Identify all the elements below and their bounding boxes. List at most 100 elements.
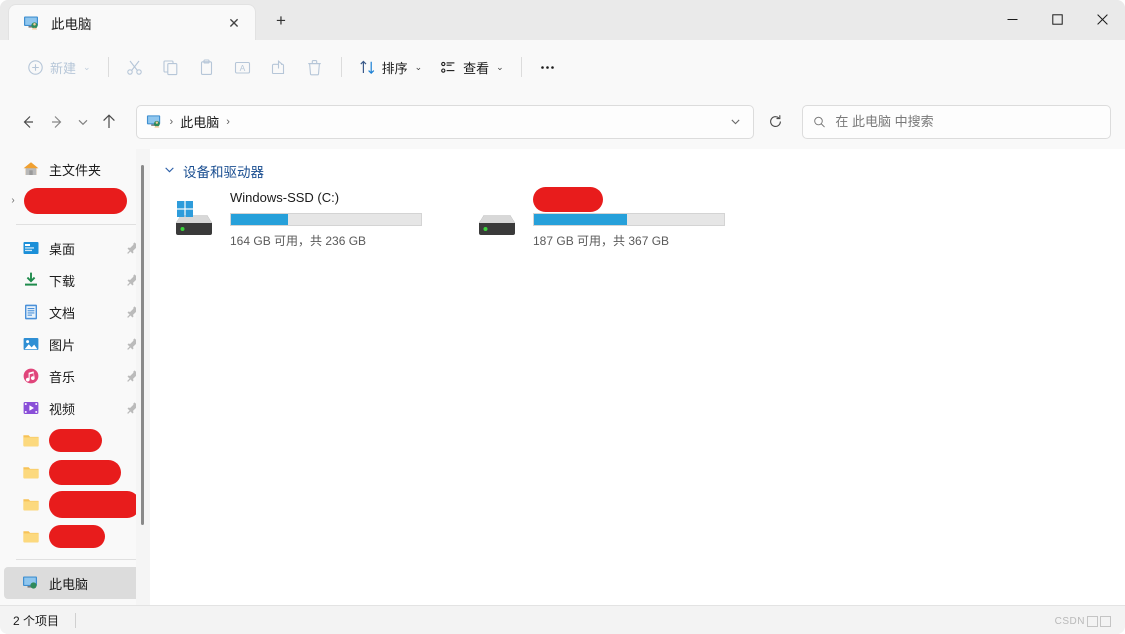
sidebar-item-label: 文档 [49, 305, 76, 321]
folder-icon [22, 527, 40, 545]
redacted-label [49, 490, 140, 518]
sidebar-item-folder-1[interactable] [4, 424, 144, 456]
up-button[interactable] [95, 106, 124, 138]
sort-button[interactable]: 排序 ⌄ [350, 50, 432, 84]
maximize-button[interactable] [1035, 0, 1080, 38]
delete-button[interactable] [297, 50, 333, 84]
sidebar-item-label: 下载 [49, 273, 76, 289]
sidebar-item-label: 视频 [49, 401, 76, 417]
breadcrumb-this-pc[interactable]: 此电脑 [180, 112, 219, 131]
chevron-down-icon: ⌄ [83, 61, 91, 72]
sidebar-item-home[interactable]: 主文件夹 [4, 153, 144, 185]
refresh-button[interactable] [762, 107, 789, 137]
title-bar: 此电脑 ✕ + [0, 0, 1125, 40]
sidebar-item-music[interactable]: 音乐 [4, 360, 144, 392]
videos-icon [22, 399, 40, 417]
drive-name [533, 187, 748, 212]
desktop-icon [22, 239, 40, 257]
back-button[interactable] [14, 106, 43, 138]
home-icon [22, 160, 40, 178]
recent-locations-button[interactable] [71, 106, 94, 138]
copy-button[interactable] [153, 50, 189, 84]
command-bar: 新建 ⌄ A 排序 ⌄ 查看 ⌄ [0, 40, 1125, 94]
chevron-down-icon[interactable] [164, 164, 175, 178]
address-bar[interactable]: › 此电脑 › [135, 104, 754, 139]
arrow-up-icon [103, 113, 115, 128]
sidebar-divider [16, 559, 138, 560]
rename-button[interactable]: A [225, 50, 261, 84]
address-dropdown-button[interactable] [723, 108, 749, 136]
file-explorer-window: 此电脑 ✕ + 新建 ⌄ A 排序 ⌄ 查看 ⌄ › 此电脑 › 在 此电脑 中… [0, 0, 1125, 634]
new-button-label: 新建 [50, 60, 77, 76]
tab-close-icon[interactable]: ✕ [221, 10, 247, 36]
breadcrumb-separator[interactable]: › [219, 116, 237, 128]
sidebar-scrollbar[interactable] [136, 149, 150, 605]
sidebar-item-pictures[interactable]: 图片 [4, 328, 144, 360]
minimize-button[interactable] [990, 0, 1035, 38]
tab-this-pc[interactable]: 此电脑 ✕ [8, 4, 256, 40]
new-tab-button[interactable]: + [264, 4, 298, 38]
navigation-bar: › 此电脑 › [0, 94, 1125, 149]
folder-icon [22, 431, 40, 449]
drive-item-c[interactable]: Windows-SSD (C:) 164 GB 可用，共 236 GB [170, 189, 445, 249]
watermark-text: CSDN [1054, 616, 1085, 627]
cut-button[interactable] [117, 50, 153, 84]
chevron-down-icon [731, 119, 740, 125]
chevron-down-icon [78, 119, 88, 125]
this-pc-icon [23, 14, 41, 32]
sidebar-item-label: 桌面 [49, 241, 76, 257]
sidebar-item-folder-4[interactable] [4, 520, 144, 552]
share-button[interactable] [261, 50, 297, 84]
group-header-devices-and-drives[interactable]: 设备和驱动器 [150, 149, 1125, 189]
chevron-down-icon: ⌄ [496, 61, 504, 72]
address-bar-right [723, 108, 749, 136]
close-button[interactable] [1080, 0, 1125, 38]
sidebar-item-onedrive[interactable]: › [4, 185, 144, 217]
music-icon [22, 367, 40, 385]
drive-item-second[interactable]: 187 GB 可用，共 367 GB [473, 187, 748, 249]
sidebar-item-label: 主文件夹 [49, 162, 102, 178]
window-controls [990, 0, 1125, 38]
redacted-label [49, 459, 121, 485]
sidebar-divider [16, 224, 138, 225]
sidebar-item-videos[interactable]: 视频 [4, 392, 144, 424]
plus-circle-icon [28, 59, 43, 75]
sidebar-item-downloads[interactable]: 下载 [4, 264, 144, 296]
tab-strip: 此电脑 ✕ + [0, 0, 298, 40]
sidebar-item-label: 此电脑 [49, 576, 89, 592]
view-button-label: 查看 [463, 60, 490, 76]
redacted-label [49, 428, 102, 452]
drive-capacity-text: 164 GB 可用，共 236 GB [230, 234, 367, 248]
arrow-right-icon [52, 115, 62, 128]
sidebar-scrollbar-thumb[interactable] [141, 165, 144, 525]
sidebar-item-desktop[interactable]: 桌面 [4, 232, 144, 264]
clipboard-icon [201, 58, 213, 75]
svg-text:A: A [240, 63, 246, 73]
sidebar-item-folder-3[interactable] [4, 488, 144, 520]
item-count-label: 2 个项目 [13, 613, 60, 628]
content-pane: 设备和驱动器 Windows-SSD (C:) 164 GB 可用，共 236 … [150, 149, 1125, 605]
drive-usage-fill [534, 214, 628, 225]
drive-usage-bar [533, 213, 725, 226]
separator [107, 57, 109, 77]
view-button[interactable]: 查看 ⌄ [431, 50, 513, 84]
sidebar-item-label: 图片 [49, 337, 76, 353]
this-pc-icon [146, 113, 163, 130]
sidebar-item-label: 音乐 [49, 369, 76, 385]
drive-icon [473, 197, 521, 245]
drive-list: Windows-SSD (C:) 164 GB 可用，共 236 GB 187 … [150, 187, 1125, 249]
new-button[interactable]: 新建 ⌄ [18, 50, 100, 84]
search-box[interactable] [802, 104, 1111, 139]
more-options-button[interactable] [530, 50, 566, 84]
forward-button[interactable] [43, 106, 72, 138]
paste-button[interactable] [189, 50, 225, 84]
sidebar-item-this-pc[interactable]: 此电脑 [4, 567, 144, 599]
drive-usage-fill [231, 214, 288, 225]
sidebar-item-folder-2[interactable] [4, 456, 144, 488]
sidebar-item-documents[interactable]: 文档 [4, 296, 144, 328]
group-title: 设备和驱动器 [183, 165, 264, 180]
search-input[interactable] [835, 114, 1100, 129]
sidebar-list: 主文件夹 › 桌面 下载 文档 图片 音乐 视频 此电脑 [0, 149, 150, 599]
expander-icon[interactable]: › [4, 196, 22, 206]
documents-icon [22, 303, 40, 321]
